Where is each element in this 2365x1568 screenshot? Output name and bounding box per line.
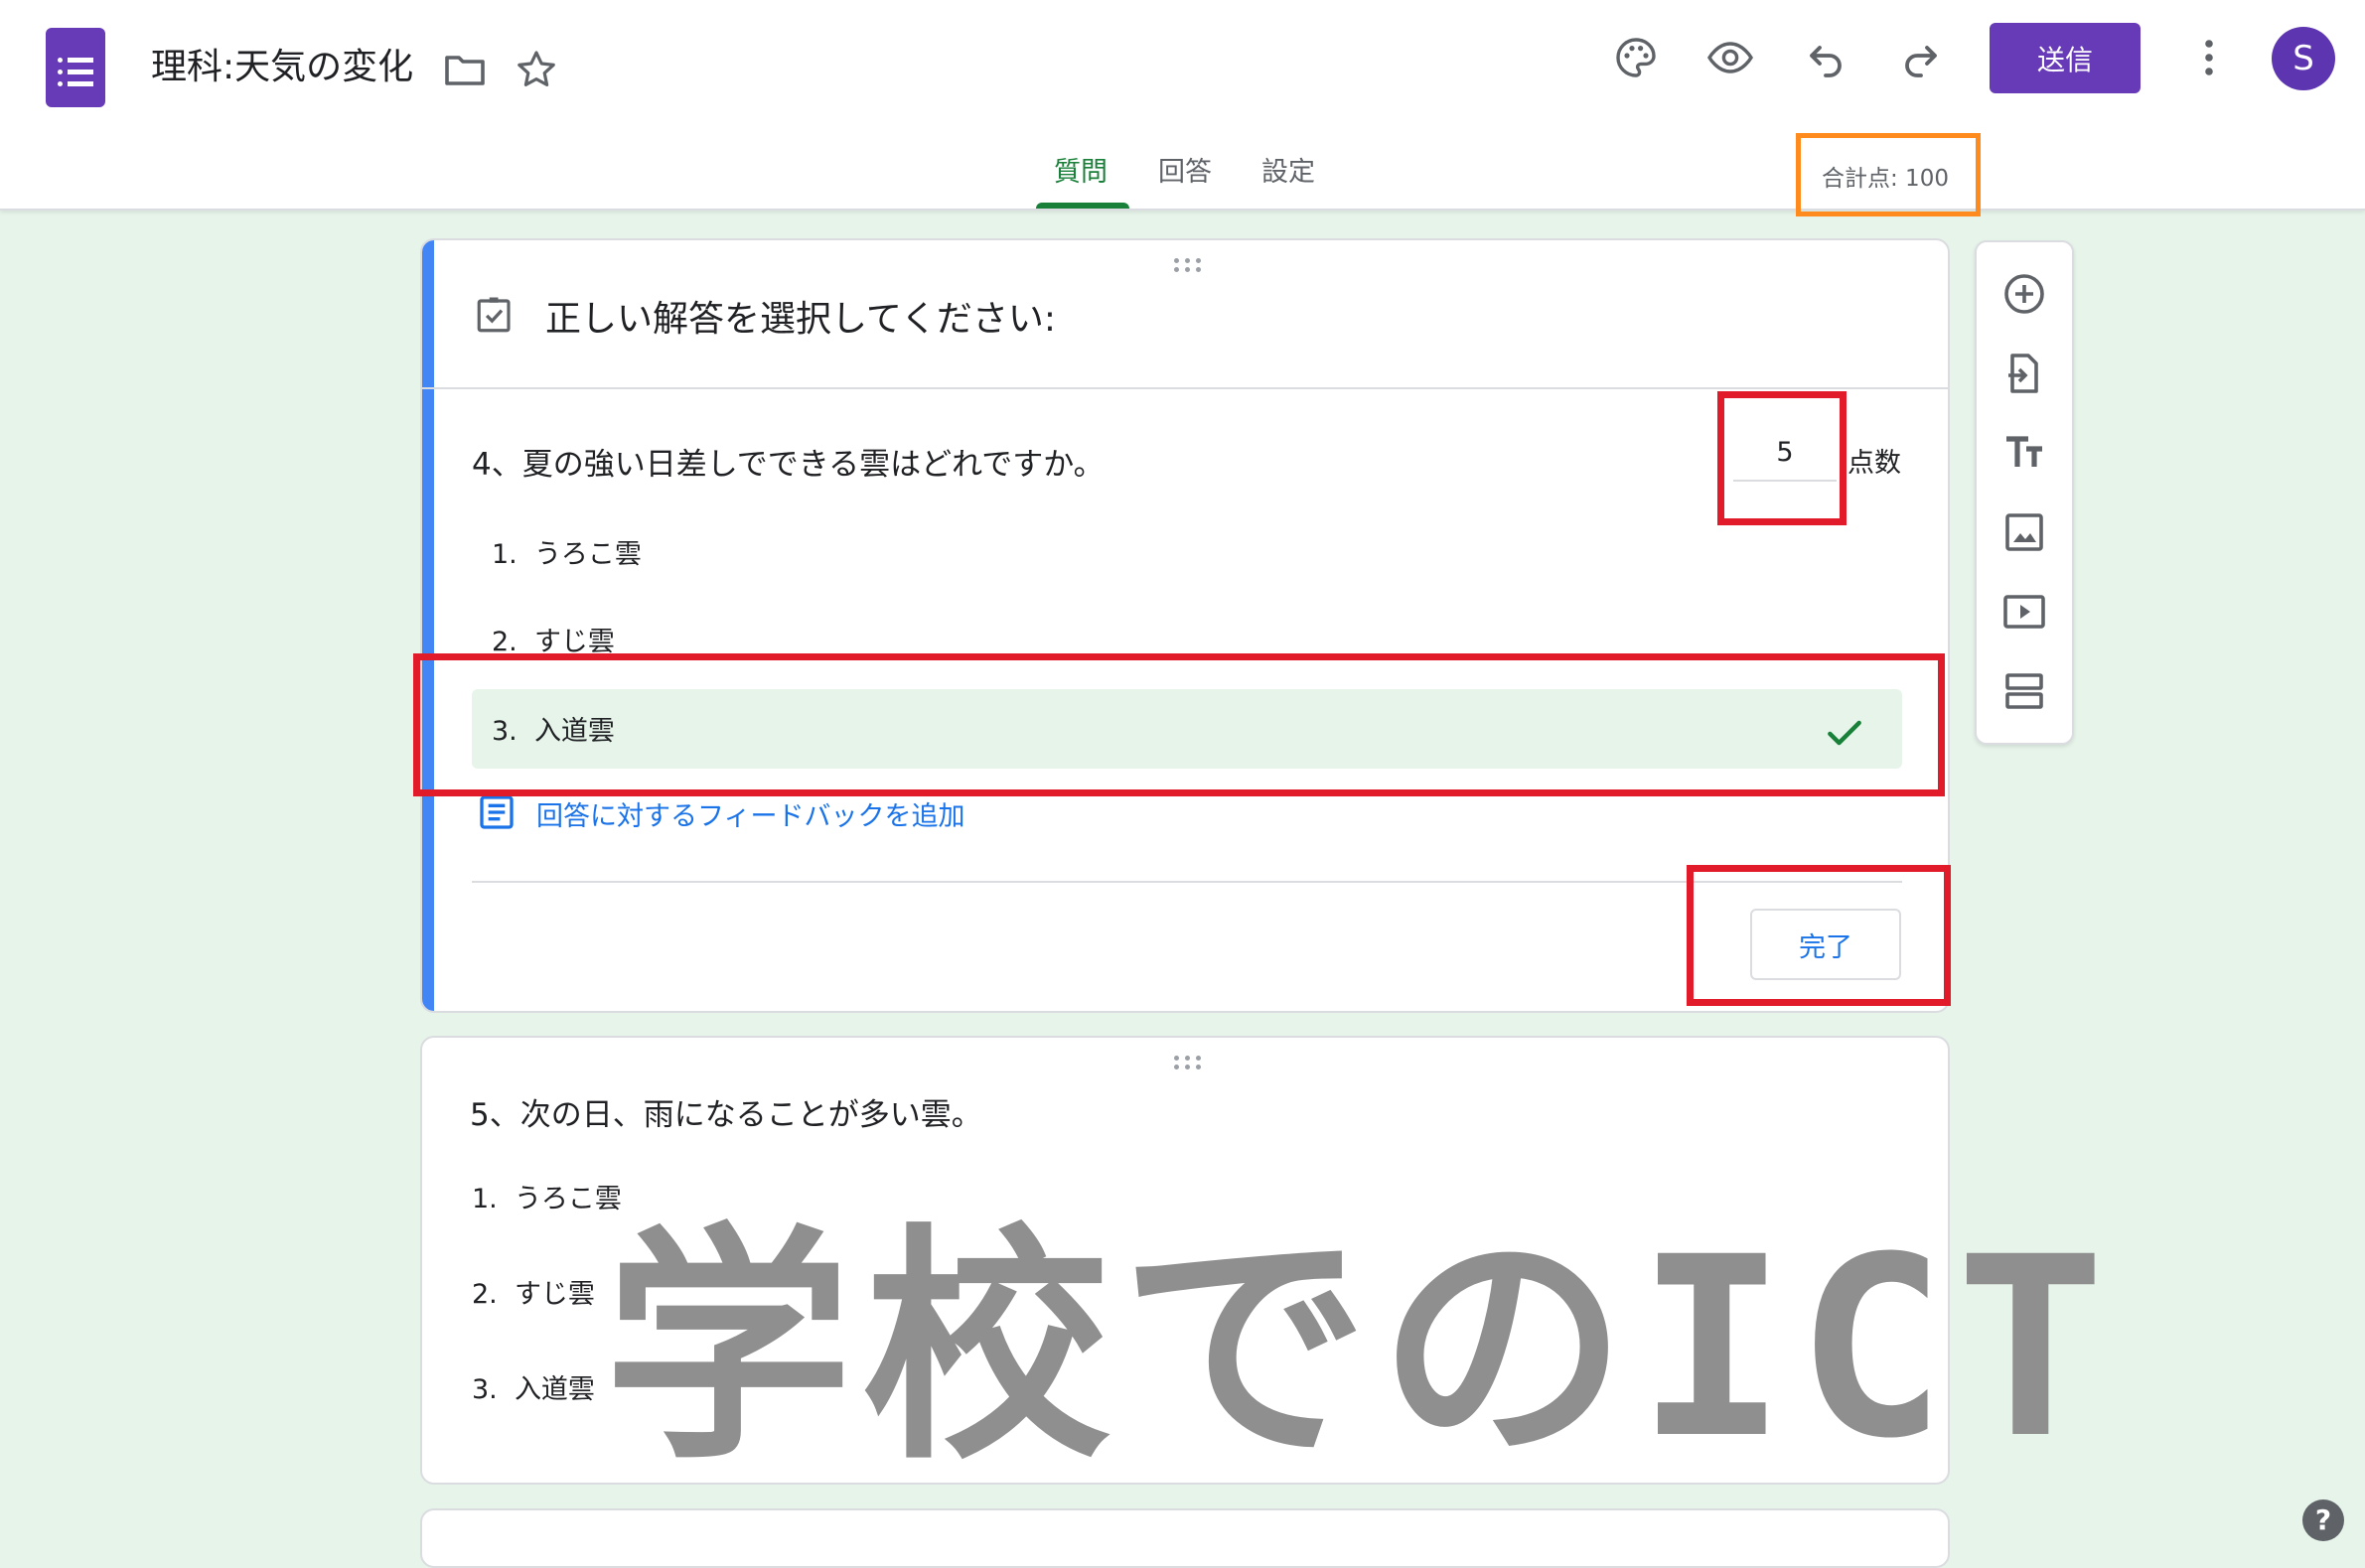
side-toolbar xyxy=(1975,240,2074,745)
done-button-highlight-box xyxy=(1687,865,1951,1006)
add-title-icon[interactable] xyxy=(2000,429,2048,477)
eye-icon[interactable] xyxy=(1706,34,1754,81)
option-number: 3. xyxy=(472,1374,498,1405)
forms-logo-icon[interactable] xyxy=(46,28,105,107)
tab-bar: 質問 回答 設定 xyxy=(0,149,2365,209)
correct-answer-highlight-box xyxy=(413,653,1945,796)
total-points: 合計点: 100 xyxy=(1822,166,1949,192)
help-icon[interactable]: ? xyxy=(2302,1499,2344,1541)
option-label: 入道雲 xyxy=(514,1374,595,1405)
palette-icon[interactable] xyxy=(1612,34,1660,81)
send-button[interactable]: 送信 xyxy=(1990,23,2141,93)
import-questions-icon[interactable] xyxy=(2000,350,2048,397)
more-vert-icon[interactable] xyxy=(2185,34,2233,81)
answer-option-1[interactable]: 1. うろこ雲 xyxy=(472,1177,622,1215)
form-title[interactable]: 理科:天気の変化 xyxy=(151,44,413,91)
watermark-text: 学校でのICT xyxy=(604,1204,2116,1493)
answer-key-title: 正しい解答を選択してください: xyxy=(545,299,1056,340)
answer-option-2[interactable]: 2. すじ雲 xyxy=(472,1272,595,1311)
answer-option-3[interactable]: 3. 入道雲 xyxy=(472,1367,595,1406)
answer-key-header: 正しい解答を選択してください: xyxy=(422,240,1948,389)
question-card-next[interactable] xyxy=(420,1508,1950,1568)
option-label: すじ雲 xyxy=(514,1279,595,1310)
feedback-icon[interactable] xyxy=(477,792,517,832)
add-image-icon[interactable] xyxy=(2000,508,2048,556)
star-icon[interactable] xyxy=(513,46,560,93)
undo-icon[interactable] xyxy=(1802,34,1849,81)
answer-option-1[interactable]: 1. うろこ雲 xyxy=(492,532,642,571)
active-tab-indicator xyxy=(1036,203,1129,209)
avatar[interactable]: S xyxy=(2272,27,2335,90)
option-number: 2. xyxy=(472,1279,498,1310)
redo-icon[interactable] xyxy=(1897,34,1945,81)
question-text: 4、夏の強い日差しでできる雲はどれですか。 xyxy=(472,447,1105,483)
option-label: うろこ雲 xyxy=(533,539,642,570)
tab-questions[interactable]: 質問 xyxy=(1054,153,1108,193)
tab-settings[interactable]: 設定 xyxy=(1261,153,1315,193)
points-label: 点数 xyxy=(1848,448,1901,479)
add-video-icon[interactable] xyxy=(2000,588,2048,636)
folder-icon[interactable] xyxy=(441,46,489,93)
checkbox-checked-icon xyxy=(477,297,511,333)
tab-responses[interactable]: 回答 xyxy=(1158,153,1212,193)
points-highlight-box xyxy=(1717,391,1847,525)
add-question-icon[interactable] xyxy=(2000,270,2048,318)
option-number: 1. xyxy=(492,539,517,570)
option-number: 1. xyxy=(472,1184,498,1214)
app-header: 理科:天気の変化 送信 S 質問 回答 設定 合計点: 100 xyxy=(0,0,2365,216)
question-text: 5、次の日、雨になることが多い雲。 xyxy=(470,1097,982,1133)
drag-handle-icon[interactable] xyxy=(1174,1056,1204,1071)
add-section-icon[interactable] xyxy=(2000,667,2048,715)
add-feedback-link[interactable]: 回答に対するフィードバックを追加 xyxy=(536,794,964,833)
